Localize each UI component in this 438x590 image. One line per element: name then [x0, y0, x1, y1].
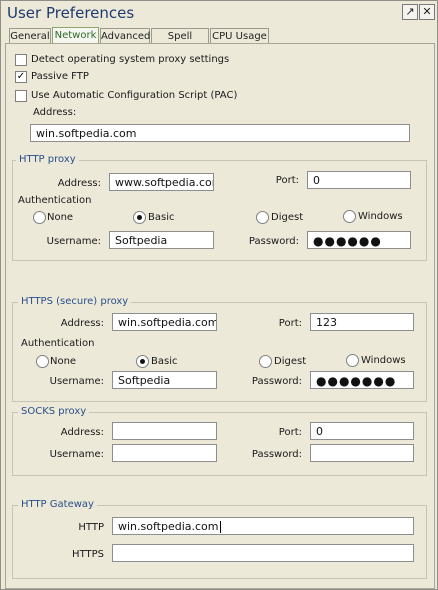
socks-proxy-legend: SOCKS proxy — [18, 406, 90, 417]
pac-checkbox[interactable] — [15, 90, 27, 102]
pac-address-input[interactable]: win.softpedia.com — [30, 124, 410, 142]
http-auth-basic-radio[interactable] — [133, 211, 146, 224]
http-auth-digest-radio[interactable] — [256, 211, 269, 224]
pac-label: Use Automatic Configuration Script (PAC) — [31, 90, 238, 101]
http-address-label: Address: — [57, 178, 101, 189]
http-auth-label: Authentication — [18, 195, 92, 206]
http-auth-none-radio[interactable] — [33, 211, 46, 224]
http-password-label: Password: — [248, 236, 299, 247]
preferences-window: User Preferences ↗ ✕ General Network Adv… — [0, 0, 438, 590]
socks-port-label: Port: — [278, 427, 302, 438]
gateway-https-label: HTTPS — [72, 549, 104, 560]
https-auth-label: Authentication — [21, 338, 95, 349]
https-port-input[interactable]: 123 — [310, 313, 414, 331]
tab-cpu-usage[interactable]: CPU Usage — [210, 28, 269, 44]
http-auth-basic-label: Basic — [148, 212, 175, 223]
https-auth-digest-radio[interactable] — [259, 355, 272, 368]
https-auth-basic-radio[interactable] — [136, 355, 149, 368]
https-address-input[interactable]: win.softpedia.com — [112, 313, 217, 331]
text-caret — [219, 521, 221, 533]
passive-ftp-label: Passive FTP — [31, 71, 89, 82]
window-title: User Preferences — [7, 4, 135, 22]
socks-username-input[interactable] — [112, 444, 217, 462]
http-username-input[interactable]: Softpedia — [109, 231, 214, 249]
http-proxy-legend: HTTP proxy — [16, 154, 79, 165]
http-auth-windows-label: Windows — [358, 211, 403, 222]
gateway-https-input[interactable] — [112, 544, 414, 562]
http-password-input[interactable]: ●●●●●● — [307, 231, 411, 249]
http-gateway-legend: HTTP Gateway — [18, 499, 97, 510]
https-address-label: Address: — [60, 318, 104, 329]
gateway-http-value: win.softpedia.com — [118, 520, 219, 533]
tab-advanced[interactable]: Advanced — [100, 28, 150, 44]
pac-address-label: Address: — [33, 107, 77, 118]
gateway-http-label: HTTP — [78, 522, 104, 533]
http-username-label: Username: — [46, 236, 101, 247]
https-auth-none-radio[interactable] — [36, 355, 49, 368]
pin-icon[interactable]: ↗ — [402, 4, 418, 20]
detect-proxy-label: Detect operating system proxy settings — [31, 54, 230, 65]
http-address-input[interactable]: www.softpedia.com — [109, 173, 214, 191]
socks-address-input[interactable] — [112, 422, 217, 440]
http-port-label: Port: — [275, 175, 299, 186]
close-icon[interactable]: ✕ — [419, 4, 435, 20]
https-password-input[interactable]: ●●●●●●● — [310, 371, 414, 389]
detect-proxy-checkbox[interactable] — [15, 54, 27, 66]
https-auth-windows-radio[interactable] — [346, 354, 359, 367]
socks-password-input[interactable] — [310, 444, 414, 462]
http-auth-digest-label: Digest — [271, 212, 304, 223]
https-auth-basic-label: Basic — [151, 356, 178, 367]
tab-general[interactable]: General — [9, 28, 51, 44]
tab-spell-check[interactable]: Spell Check — [151, 28, 209, 57]
gateway-http-input[interactable]: win.softpedia.com — [112, 517, 414, 535]
https-username-input[interactable]: Softpedia — [112, 371, 217, 389]
socks-port-input[interactable]: 0 — [310, 422, 414, 440]
socks-password-label: Password: — [251, 449, 302, 460]
https-password-label: Password: — [251, 376, 302, 387]
https-auth-none-label: None — [50, 356, 77, 367]
https-auth-digest-label: Digest — [274, 356, 307, 367]
socks-address-label: Address: — [60, 427, 104, 438]
http-auth-none-label: None — [47, 212, 74, 223]
title-bar: User Preferences ↗ ✕ — [1, 1, 437, 25]
https-username-label: Username: — [49, 376, 104, 387]
http-port-input[interactable]: 0 — [307, 171, 411, 189]
http-auth-windows-radio[interactable] — [343, 210, 356, 223]
https-proxy-legend: HTTPS (secure) proxy — [18, 296, 132, 307]
passive-ftp-checkbox[interactable]: ✓ — [15, 71, 27, 83]
https-port-label: Port: — [278, 318, 302, 329]
https-auth-windows-label: Windows — [361, 355, 406, 366]
socks-username-label: Username: — [49, 449, 104, 460]
